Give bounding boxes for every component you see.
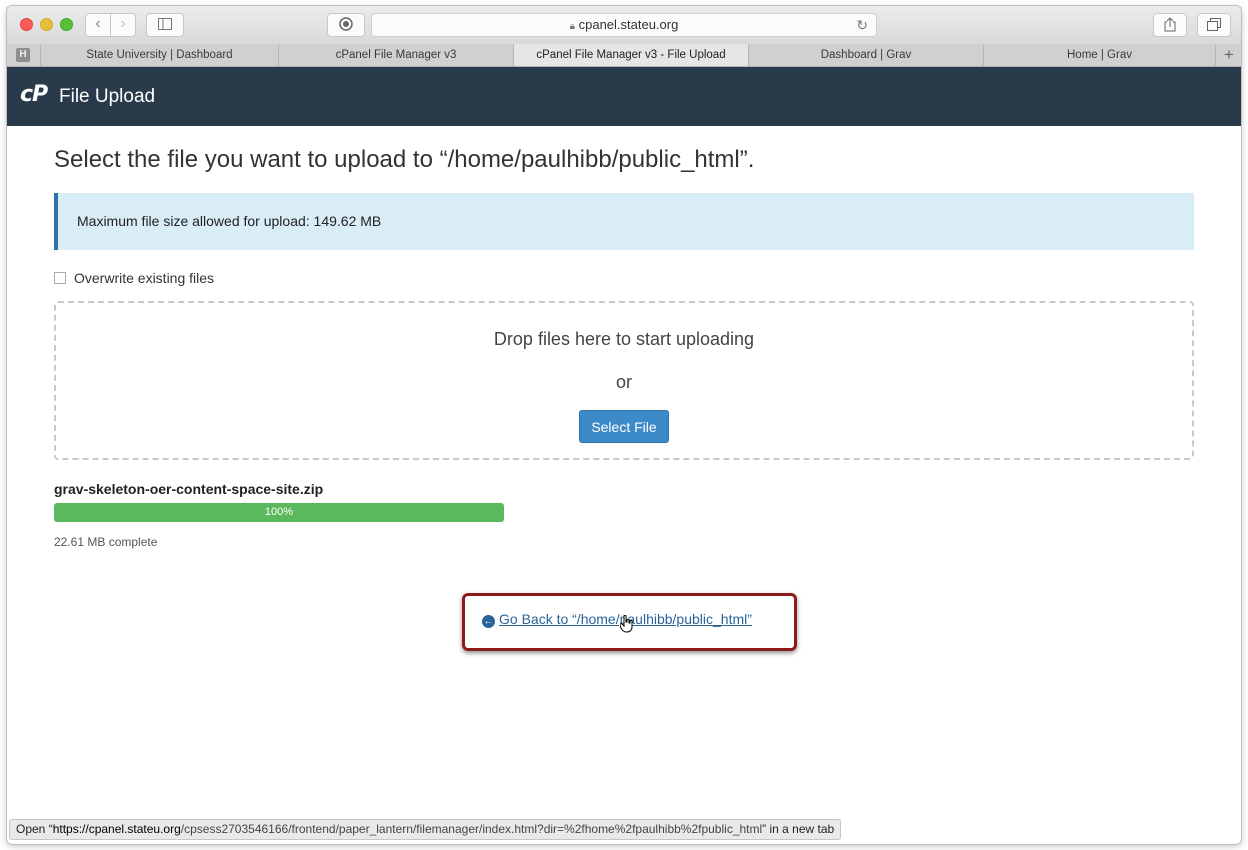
page-header-title: File Upload — [59, 86, 156, 107]
overwrite-label: Overwrite existing files — [74, 270, 215, 286]
browser-window: ‹ › 🔒︎ cpanel.stateu.org ↻ H State Unive… — [7, 6, 1241, 844]
arrow-circle-left-icon: ← — [482, 615, 495, 628]
page-title: Select the file you want to upload to “/… — [54, 146, 755, 173]
tab-state-university-dashboard[interactable]: State University | Dashboard — [40, 44, 278, 66]
address-text: cpanel.stateu.org — [578, 17, 679, 32]
forward-button[interactable]: › — [110, 13, 136, 37]
dropzone-text: Drop files here to start uploading — [493, 329, 755, 349]
status-url-path: /cpsess2703546166/frontend/paper_lantern… — [180, 822, 763, 836]
overwrite-option[interactable]: Overwrite existing files — [54, 270, 214, 286]
chevron-left-icon: ‹ — [95, 15, 101, 32]
address-bar[interactable]: 🔒︎ cpanel.stateu.org ↻ — [371, 13, 877, 37]
dropzone-or: or — [615, 372, 632, 392]
upload-progress-bar: 100% — [54, 503, 504, 522]
new-tab-button[interactable]: + — [1215, 44, 1241, 66]
reader-button[interactable] — [327, 13, 365, 37]
sidebar-icon — [158, 18, 172, 30]
status-prefix: Open “ — [16, 822, 53, 836]
tab-grav-home[interactable]: Home | Grav — [983, 44, 1215, 66]
minimize-window-button[interactable] — [40, 18, 53, 31]
cpanel-header: cP File Upload — [7, 67, 1241, 126]
tab-bar: H State University | Dashboard cPanel Fi… — [7, 44, 1241, 67]
zoom-window-button[interactable] — [60, 18, 73, 31]
file-dropzone[interactable]: Drop files here to start uploading or Se… — [54, 301, 1194, 460]
tabs-overview-icon — [1207, 18, 1221, 31]
max-size-alert: Maximum file size allowed for upload: 14… — [54, 193, 1194, 250]
uploaded-file-name: grav-skeleton-oer-content-space-site.zip — [54, 481, 324, 497]
close-window-button[interactable] — [20, 18, 33, 31]
hand-pointer-cursor — [620, 615, 633, 633]
select-file-button[interactable]: Select File — [579, 410, 669, 443]
tab-grav-dashboard[interactable]: Dashboard | Grav — [748, 44, 983, 66]
upload-complete-text: 22.61 MB complete — [54, 535, 158, 549]
overwrite-checkbox[interactable] — [54, 272, 66, 284]
chevron-right-icon: › — [120, 15, 126, 32]
cpanel-logo[interactable]: cP — [20, 82, 48, 107]
status-bar: Open “https://cpanel.stateu.org/cpsess27… — [9, 819, 842, 840]
share-icon — [1164, 17, 1176, 32]
upload-progress-fill: 100% — [54, 503, 504, 522]
back-button[interactable]: ‹ — [85, 13, 111, 37]
tab-file-upload[interactable]: cPanel File Manager v3 - File Upload — [513, 44, 748, 66]
lock-icon: 🔒︎ — [569, 21, 575, 32]
reader-icon — [339, 17, 353, 31]
tab-file-manager[interactable]: cPanel File Manager v3 — [278, 44, 513, 66]
browser-toolbar: ‹ › 🔒︎ cpanel.stateu.org ↻ — [7, 6, 1241, 45]
share-button[interactable] — [1153, 13, 1187, 37]
pinned-tab[interactable]: H — [16, 48, 30, 62]
main-content: Select the file you want to upload to “/… — [7, 126, 1241, 820]
go-back-link[interactable]: ← Go Back to “/home/paulhibb/public_html” — [482, 611, 752, 628]
status-url-host: https://cpanel.stateu.org — [52, 822, 181, 836]
reload-icon[interactable]: ↻ — [856, 14, 868, 36]
sidebar-toggle-button[interactable] — [146, 13, 184, 37]
tabs-overview-button[interactable] — [1197, 13, 1231, 37]
status-suffix: ” in a new tab — [762, 822, 835, 836]
